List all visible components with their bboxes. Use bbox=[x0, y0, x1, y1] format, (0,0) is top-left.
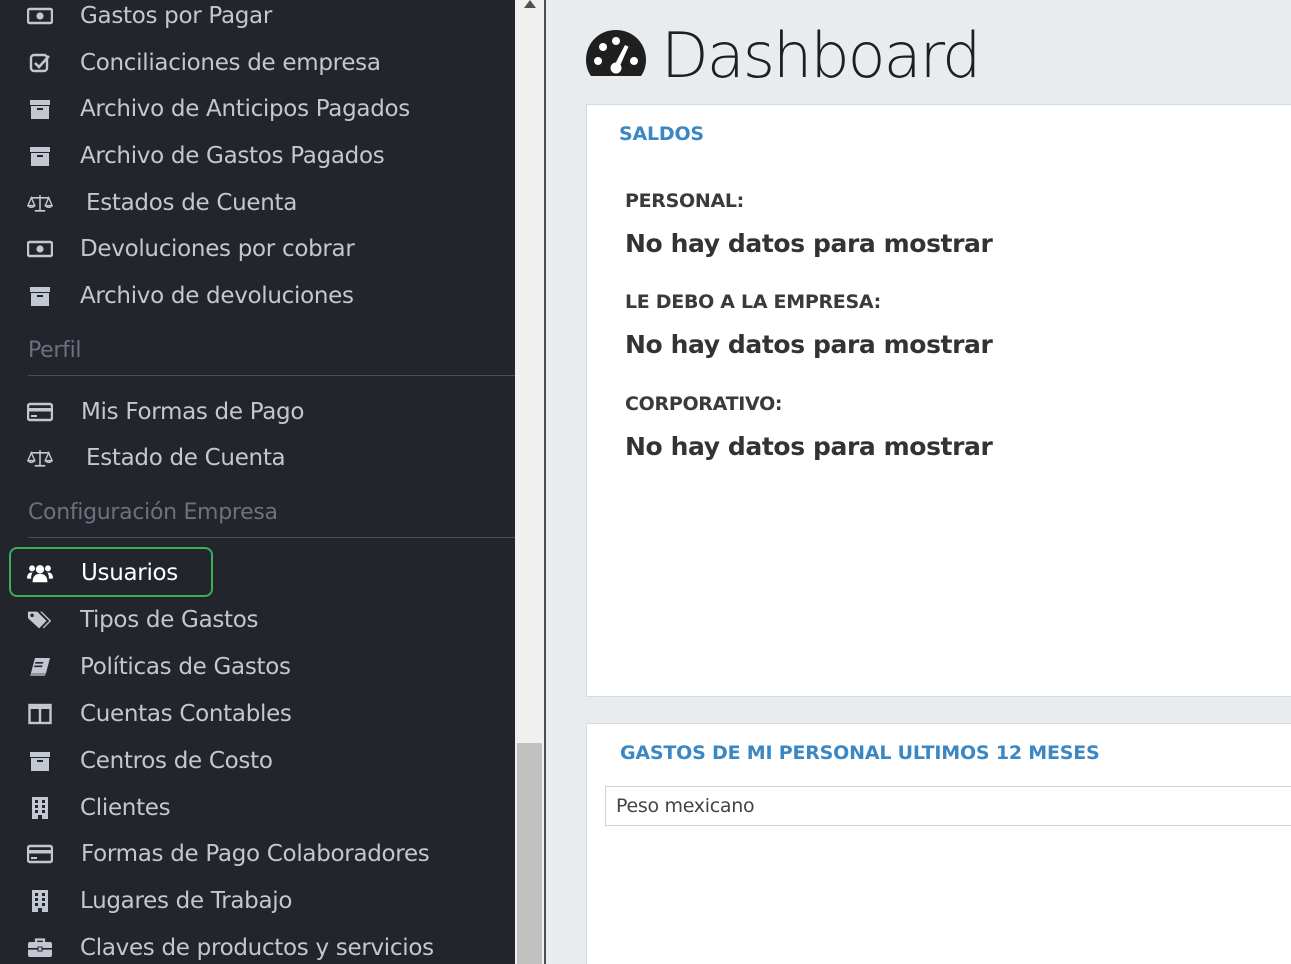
gastos-panel: GASTOS DE MI PERSONAL ULTIMOS 12 MESES P… bbox=[586, 723, 1291, 964]
money-icon bbox=[27, 236, 53, 262]
sidebar-item-archivo-devoluciones[interactable]: Archivo de devoluciones bbox=[0, 276, 515, 316]
sidebar-item-label: Devoluciones por cobrar bbox=[80, 236, 355, 262]
page-title-text: Dashboard bbox=[661, 19, 981, 92]
sidebar-item-devoluciones-por-cobrar[interactable]: Devoluciones por cobrar bbox=[0, 229, 515, 269]
sidebar-item-centros-de-costo[interactable]: Centros de Costo bbox=[0, 741, 515, 781]
tags-icon bbox=[27, 607, 53, 633]
sidebar-item-label: Políticas de Gastos bbox=[80, 654, 291, 680]
sidebar-scrollbar[interactable] bbox=[515, 0, 546, 964]
briefcase-icon bbox=[27, 935, 53, 961]
sidebar-item-mis-formas-de-pago[interactable]: Mis Formas de Pago bbox=[0, 392, 515, 432]
saldo-value-corporativo: No hay datos para mostrar bbox=[625, 432, 993, 461]
balance-scale-icon bbox=[27, 445, 53, 471]
sidebar-item-politicas-de-gastos[interactable]: Políticas de Gastos bbox=[0, 647, 515, 687]
sidebar-item-label: Archivo de Anticipos Pagados bbox=[80, 96, 410, 122]
sidebar-item-label: Gastos por Pagar bbox=[80, 3, 273, 29]
sidebar-item-label: Claves de productos y servicios bbox=[80, 935, 434, 961]
sidebar-item-label: Estado de Cuenta bbox=[86, 445, 286, 471]
building-icon bbox=[27, 888, 53, 914]
archive-icon bbox=[27, 143, 53, 169]
saldos-heading: SALDOS bbox=[619, 123, 704, 145]
columns-icon bbox=[27, 701, 53, 727]
scrollbar-thumb[interactable] bbox=[517, 743, 542, 964]
sidebar-item-label: Tipos de Gastos bbox=[80, 607, 259, 633]
sidebar-item-label: Archivo de Gastos Pagados bbox=[80, 143, 385, 169]
sidebar-item-tipos-de-gastos[interactable]: Tipos de Gastos bbox=[0, 600, 515, 640]
sidebar-item-formas-de-pago-colaboradores[interactable]: Formas de Pago Colaboradores bbox=[0, 834, 515, 874]
sidebar-item-conciliaciones[interactable]: Conciliaciones de empresa bbox=[0, 43, 515, 83]
section-title-perfil: Perfil bbox=[28, 338, 82, 363]
credit-card-icon bbox=[27, 399, 53, 425]
currency-select[interactable]: Peso mexicano bbox=[605, 786, 1291, 826]
saldos-panel: SALDOS PERSONAL: No hay datos para mostr… bbox=[586, 104, 1291, 697]
section-divider bbox=[28, 537, 515, 538]
building-icon bbox=[27, 795, 53, 821]
section-divider bbox=[28, 375, 515, 376]
saldo-label-corporativo: CORPORATIVO: bbox=[625, 393, 783, 415]
sidebar-item-label: Conciliaciones de empresa bbox=[80, 50, 381, 76]
archive-icon bbox=[27, 748, 53, 774]
main-content: Dashboard SALDOS PERSONAL: No hay datos … bbox=[548, 0, 1291, 964]
section-title-configuracion-empresa: Configuración Empresa bbox=[28, 500, 278, 525]
sidebar-item-estados-de-cuenta[interactable]: Estados de Cuenta bbox=[0, 183, 515, 223]
saldo-label-personal: PERSONAL: bbox=[625, 190, 744, 212]
dashboard-icon bbox=[584, 28, 648, 84]
sidebar-item-cuentas-contables[interactable]: Cuentas Contables bbox=[0, 694, 515, 734]
sidebar-item-usuarios[interactable]: Usuarios bbox=[0, 553, 515, 593]
sidebar-item-label: Mis Formas de Pago bbox=[81, 399, 305, 425]
saldo-value-empresa: No hay datos para mostrar bbox=[625, 330, 993, 359]
sidebar-item-label: Lugares de Trabajo bbox=[80, 888, 293, 914]
sidebar-item-estado-de-cuenta[interactable]: Estado de Cuenta bbox=[0, 438, 515, 478]
saldo-label-empresa: LE DEBO A LA EMPRESA: bbox=[625, 291, 881, 313]
sidebar-item-archivo-gastos[interactable]: Archivo de Gastos Pagados bbox=[0, 136, 515, 176]
sidebar-item-label: Clientes bbox=[80, 795, 171, 821]
money-icon bbox=[27, 3, 53, 29]
sidebar-item-archivo-anticipos[interactable]: Archivo de Anticipos Pagados bbox=[0, 89, 515, 129]
sidebar-item-label: Usuarios bbox=[81, 560, 178, 586]
sidebar-item-label: Estados de Cuenta bbox=[86, 190, 298, 216]
sidebar-item-label: Archivo de devoluciones bbox=[80, 283, 354, 309]
archive-icon bbox=[27, 283, 53, 309]
sidebar-item-claves-productos-servicios[interactable]: Claves de productos y servicios bbox=[0, 928, 515, 964]
gastos-heading: GASTOS DE MI PERSONAL ULTIMOS 12 MESES bbox=[620, 742, 1100, 764]
sidebar-item-gastos-por-pagar[interactable]: Gastos por Pagar bbox=[0, 0, 515, 36]
check-square-icon bbox=[27, 50, 53, 76]
saldo-value-personal: No hay datos para mostrar bbox=[625, 229, 993, 258]
users-icon bbox=[27, 560, 53, 586]
scroll-up-arrow-icon[interactable] bbox=[524, 0, 536, 8]
sidebar-item-label: Centros de Costo bbox=[80, 748, 273, 774]
book-icon bbox=[27, 654, 53, 680]
archive-icon bbox=[27, 96, 53, 122]
balance-scale-icon bbox=[27, 190, 53, 216]
sidebar-item-label: Cuentas Contables bbox=[80, 701, 292, 727]
sidebar: Gastos por Pagar Conciliaciones de empre… bbox=[0, 0, 515, 964]
page-title: Dashboard bbox=[584, 19, 981, 92]
credit-card-icon bbox=[27, 841, 53, 867]
sidebar-item-clientes[interactable]: Clientes bbox=[0, 788, 515, 828]
sidebar-item-label: Formas de Pago Colaboradores bbox=[81, 841, 430, 867]
sidebar-item-lugares-de-trabajo[interactable]: Lugares de Trabajo bbox=[0, 881, 515, 921]
